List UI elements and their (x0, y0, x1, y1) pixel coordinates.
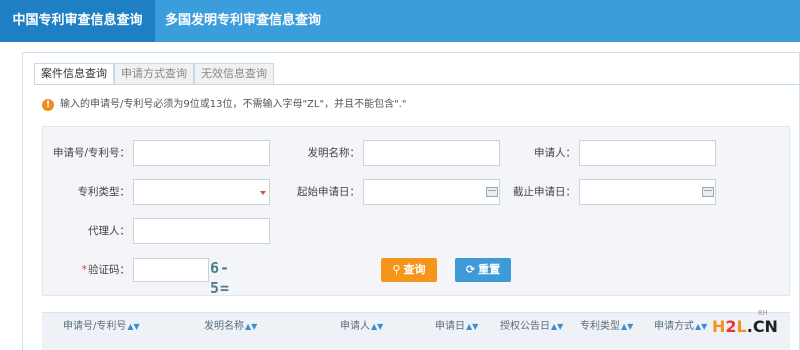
col-app-date[interactable]: 申请日▲▼ (435, 313, 478, 341)
invention-name-label: 发明名称： (307, 147, 361, 159)
required-mark: * (81, 264, 87, 276)
wm-2: 2 (725, 317, 737, 336)
wm-l: L (736, 317, 747, 336)
sort-icon[interactable]: ▲▼ (127, 322, 139, 331)
warning-icon: ! (42, 99, 54, 111)
start-date-input[interactable] (363, 179, 500, 205)
col-invention-name[interactable]: 发明名称▲▼ (204, 313, 257, 341)
agent-label: 代理人： (88, 225, 130, 237)
subtab-divider (34, 84, 800, 85)
captcha-label: *验证码： (50, 257, 130, 283)
watermark-small: 8H (758, 309, 768, 317)
col-app-date-label: 申请日 (435, 321, 465, 332)
tab-china-patent-query[interactable]: 中国专利审查信息查询 (0, 0, 155, 42)
refresh-icon: ⟳ (465, 263, 476, 276)
col-grant-date-label: 授权公告日 (500, 321, 550, 332)
col-patent-type-label: 专利类型 (580, 321, 620, 332)
agent-input[interactable] (133, 218, 270, 244)
notice-text: 输入的申请号/专利号必须为9位或13位，不需输入字母"ZL"，并且不能包含"." (60, 99, 407, 110)
calendar-icon[interactable] (702, 187, 714, 197)
col-grant-date[interactable]: 授权公告日▲▼ (500, 313, 563, 341)
end-date-input[interactable] (579, 179, 716, 205)
sort-icon[interactable]: ▲▼ (466, 322, 478, 331)
col-applicant-label: 申请人 (340, 321, 370, 332)
applicant-label: 申请人： (534, 147, 576, 159)
col-app-no-label: 申请号/专利号 (63, 321, 127, 332)
search-icon: ⚲ (392, 263, 401, 276)
col-app-method-label: 申请方式 (654, 321, 694, 332)
search-button-label: 查询 (403, 263, 426, 276)
start-date-label: 起始申请日： (297, 186, 360, 198)
tab-case-info[interactable]: 案件信息查询 (34, 63, 114, 85)
wm-h: H (712, 317, 726, 336)
captcha-image[interactable]: 6-5= (210, 258, 250, 297)
col-app-method[interactable]: 申请方式▲▼ (654, 313, 707, 341)
tab-multi-country-query[interactable]: 多国发明专利审查信息查询 (158, 0, 328, 42)
col-invention-name-label: 发明名称 (204, 321, 244, 332)
wm-cn: .CN (746, 317, 778, 336)
captcha-input[interactable] (133, 258, 209, 282)
patent-type-select[interactable] (133, 179, 270, 205)
sort-icon[interactable]: ▲▼ (371, 322, 383, 331)
sort-icon[interactable]: ▲▼ (621, 322, 633, 331)
captcha-label-text: 验证码： (88, 264, 130, 276)
col-applicant[interactable]: 申请人▲▼ (340, 313, 383, 341)
chevron-down-icon (260, 191, 266, 195)
tab-application-method[interactable]: 申请方式查询 (114, 63, 194, 85)
sort-icon[interactable]: ▲▼ (695, 322, 707, 331)
tab-invalid-info[interactable]: 无效信息查询 (194, 63, 274, 85)
results-table-header: 申请号/专利号▲▼ 发明名称▲▼ 申请人▲▼ 申请日▲▼ 授权公告日▲▼ 专利类… (42, 312, 790, 350)
sort-icon[interactable]: ▲▼ (551, 322, 563, 331)
reset-button-label: 重置 (478, 263, 501, 276)
watermark-logo: H2L.CN (712, 316, 778, 338)
invention-name-input[interactable] (363, 140, 500, 166)
sort-icon[interactable]: ▲▼ (245, 322, 257, 331)
col-app-no[interactable]: 申请号/专利号▲▼ (63, 313, 140, 341)
app-no-label: 申请号/专利号： (52, 147, 130, 159)
reset-button[interactable]: ⟳ 重置 (455, 258, 511, 282)
patent-type-label: 专利类型： (77, 186, 131, 198)
search-button[interactable]: ⚲ 查询 (381, 258, 437, 282)
applicant-input[interactable] (579, 140, 716, 166)
col-patent-type[interactable]: 专利类型▲▼ (580, 313, 633, 341)
app-no-input[interactable] (133, 140, 270, 166)
end-date-label: 截止申请日： (513, 186, 576, 198)
top-nav: 中国专利审查信息查询 多国发明专利审查信息查询 (0, 0, 800, 42)
